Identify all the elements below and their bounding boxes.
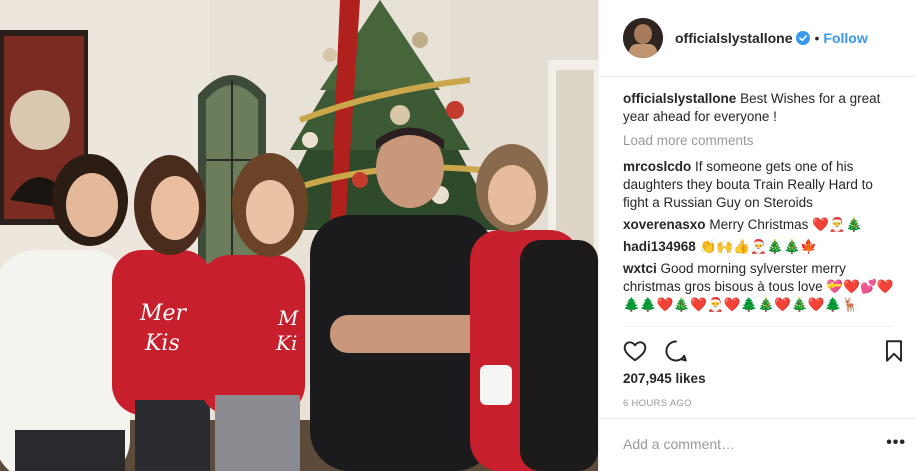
comment-username[interactable]: mrcoslcdo — [623, 159, 691, 174]
heart-icon — [623, 341, 647, 362]
comment-button[interactable] — [663, 338, 689, 364]
more-options-button[interactable]: ••• — [886, 435, 906, 451]
bookmark-icon — [885, 340, 903, 362]
follow-button[interactable]: Follow — [823, 30, 867, 46]
comment-item: mrcoslcdo If someone gets one of his dau… — [623, 158, 895, 212]
comment-username[interactable]: xoverenasxo — [623, 217, 706, 232]
header-separator: • — [814, 30, 820, 46]
section-divider — [599, 418, 916, 419]
comment-text: Good morning sylverster merry christmas … — [623, 261, 894, 312]
svg-text:Ki: Ki — [275, 331, 297, 355]
comment-item: wxtci Good morning sylverster merry chri… — [623, 260, 895, 314]
instagram-post: Mer Kis M Ki officialslystallone • Follo… — [0, 0, 916, 471]
action-bar — [622, 338, 903, 364]
avatar[interactable] — [623, 18, 663, 58]
comment-text: Merry Christmas ❤️🎅🎄 — [709, 217, 863, 232]
post-caption: officialslystallone Best Wishes for a gr… — [623, 90, 895, 126]
comment-username[interactable]: hadi134968 — [623, 239, 696, 254]
speech-bubble-icon — [665, 340, 687, 362]
svg-text:Mer: Mer — [139, 301, 188, 326]
comment-item: hadi134968 👏🙌👍🎅🎄🎄🍁 — [623, 238, 895, 256]
comment-item: xoverenasxo Merry Christmas ❤️🎅🎄 — [623, 216, 895, 234]
load-more-comments-link[interactable]: Load more comments — [623, 132, 895, 150]
family-christmas-photo: Mer Kis M Ki — [0, 0, 598, 471]
profile-picture — [623, 18, 663, 58]
verified-badge-icon — [796, 31, 811, 45]
svg-text:M: M — [277, 306, 299, 330]
like-button[interactable] — [622, 338, 648, 364]
comment-text: 👏🙌👍🎅🎄🎄🍁 — [699, 239, 818, 254]
caption-username[interactable]: officialslystallone — [623, 91, 736, 106]
post-side-panel: officialslystallone • Follow officialsly… — [598, 0, 916, 471]
post-timestamp[interactable]: 6 HOURS AGO — [623, 398, 692, 409]
post-header: officialslystallone • Follow — [599, 0, 916, 77]
comments-list: officialslystallone Best Wishes for a gr… — [623, 90, 895, 318]
add-comment-input[interactable] — [623, 434, 863, 454]
svg-text:Kis: Kis — [144, 331, 180, 356]
post-photo[interactable]: Mer Kis M Ki — [0, 0, 598, 471]
header-username[interactable]: officialslystallone — [675, 30, 792, 46]
likes-count[interactable]: 207,945 likes — [623, 371, 706, 386]
save-button[interactable] — [881, 338, 907, 364]
comment-username[interactable]: wxtci — [623, 261, 657, 276]
section-divider — [623, 326, 893, 327]
